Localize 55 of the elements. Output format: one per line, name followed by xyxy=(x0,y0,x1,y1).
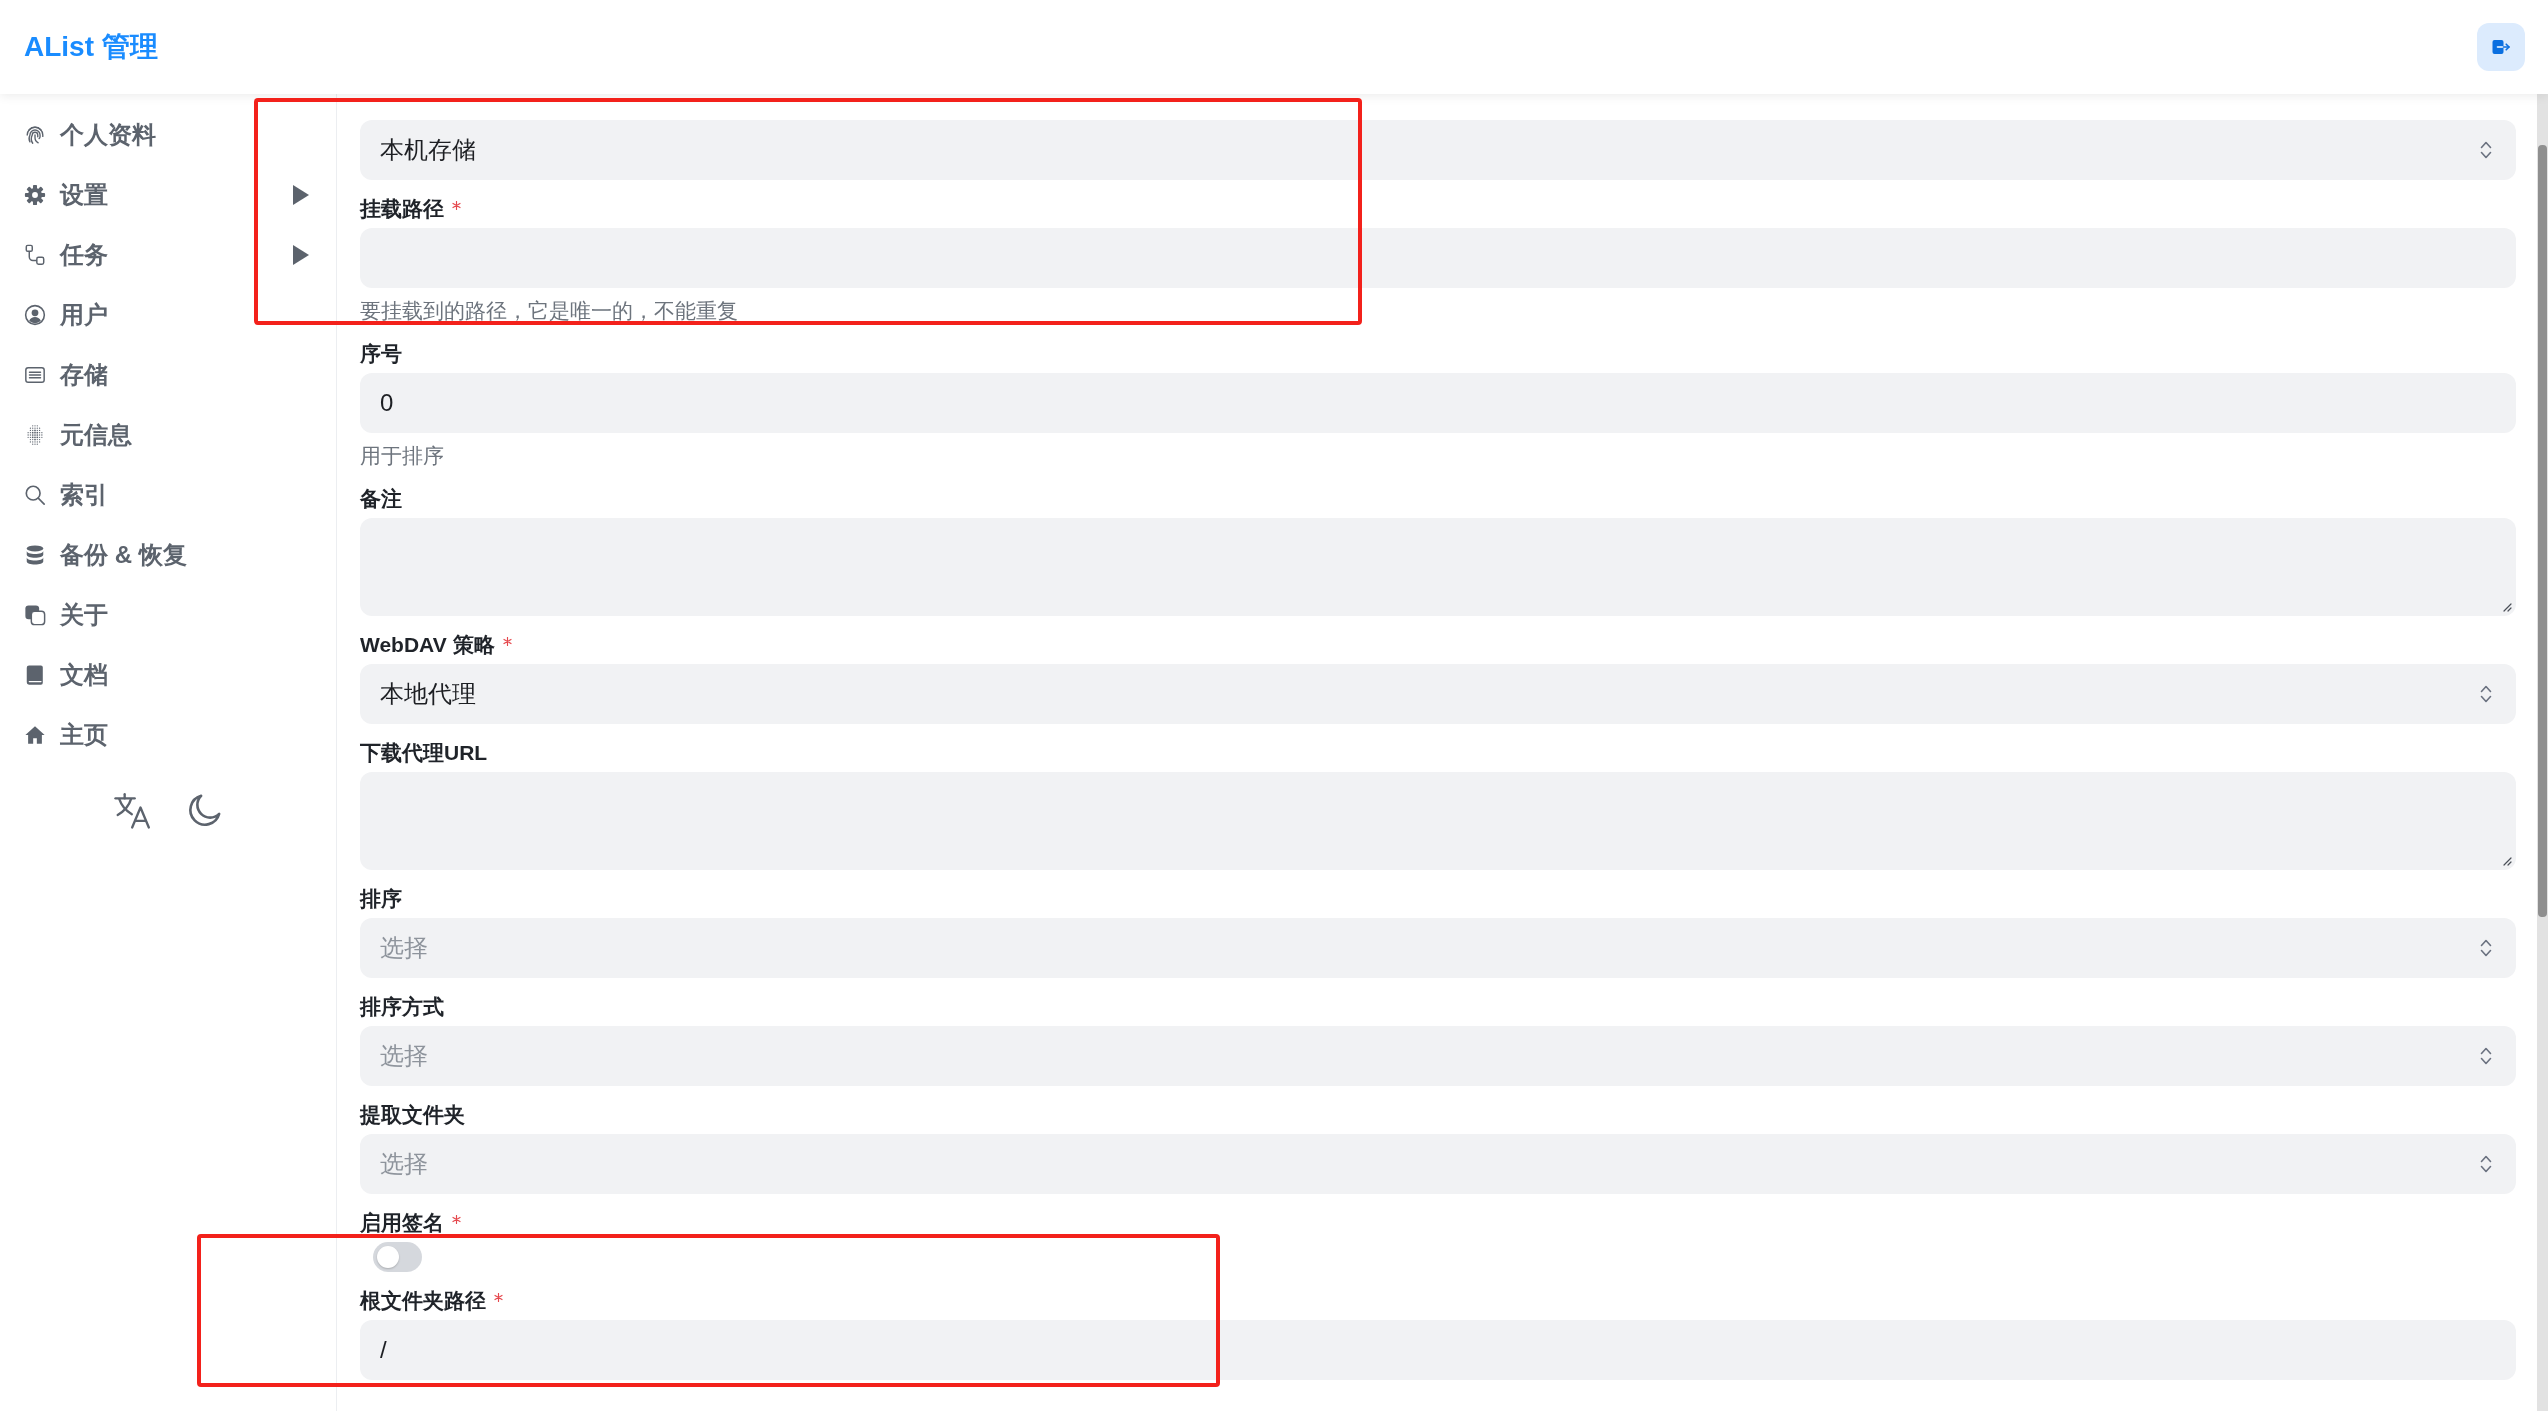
database-icon xyxy=(24,544,46,566)
search-icon xyxy=(24,484,46,506)
field-label: 排序方式 xyxy=(360,995,444,1017)
updown-chevron-icon xyxy=(2479,139,2493,161)
sidebar-item[interactable]: 用户 xyxy=(0,285,336,345)
translate-icon[interactable] xyxy=(113,790,153,830)
sidebar-item[interactable]: 主页 xyxy=(0,705,336,765)
sidebar-item[interactable]: 设置 xyxy=(0,165,336,225)
field-label: WebDAV 策略 xyxy=(360,633,495,655)
field-label: 下载代理URL xyxy=(360,741,488,763)
scrollbar-thumb[interactable] xyxy=(2538,145,2547,917)
field-hint: 要挂载到的路径，它是唯一的，不能重复 xyxy=(360,299,739,323)
logout-icon xyxy=(2491,37,2511,57)
app-title: AList 管理 xyxy=(24,30,158,64)
sidebar-item[interactable]: 索引 xyxy=(0,465,336,525)
expand-arrow-icon[interactable] xyxy=(293,185,309,205)
field-label: 根文件夹路径 xyxy=(360,1289,486,1311)
select-field[interactable]: 本地代理 xyxy=(360,664,2516,724)
flow-icon xyxy=(24,244,46,266)
field-label: 提取文件夹 xyxy=(360,1103,465,1125)
sidebar-item[interactable]: 任务 xyxy=(0,225,336,285)
field-label: 挂载路径 xyxy=(360,197,444,219)
resize-handle-icon[interactable] xyxy=(2502,856,2512,866)
storage-icon xyxy=(24,364,46,386)
updown-chevron-icon xyxy=(2479,1045,2493,1067)
sidebar-item[interactable]: 元信息 xyxy=(0,405,336,465)
logout-button[interactable] xyxy=(2477,23,2525,71)
field-label: 启用签名 xyxy=(360,1211,444,1233)
textarea-field[interactable] xyxy=(360,772,2516,870)
sidebar-item[interactable]: 文档 xyxy=(0,645,336,705)
sidebar-item[interactable]: 存储 xyxy=(0,345,336,405)
book-icon xyxy=(24,664,46,686)
squares-icon xyxy=(24,604,46,626)
input-field[interactable]: / xyxy=(360,1320,2516,1380)
select-field[interactable]: 本机存储 xyxy=(360,120,2516,180)
sidebar-item[interactable]: 备份 & 恢复 xyxy=(0,525,336,585)
user-icon xyxy=(24,304,46,326)
sidebar-item[interactable]: 关于 xyxy=(0,585,336,645)
expand-arrow-icon[interactable] xyxy=(293,245,309,265)
field-label: 序号 xyxy=(360,342,402,364)
resize-handle-icon[interactable] xyxy=(2502,602,2512,612)
input-field[interactable]: 0 xyxy=(360,373,2516,433)
updown-chevron-icon xyxy=(2479,683,2493,705)
updown-chevron-icon xyxy=(2479,937,2493,959)
field-hint: 用于排序 xyxy=(360,444,445,468)
field-label: 备注 xyxy=(360,487,402,509)
field-label: 排序 xyxy=(360,887,402,909)
sidebar-item[interactable]: 个人资料 xyxy=(0,105,336,165)
textarea-field[interactable] xyxy=(360,518,2516,616)
gear-icon xyxy=(24,184,46,206)
fingerprint-icon xyxy=(24,124,46,146)
updown-chevron-icon xyxy=(2479,1153,2493,1175)
home-icon xyxy=(24,724,46,746)
input-field[interactable] xyxy=(360,228,2516,288)
toggle-switch[interactable] xyxy=(373,1242,422,1272)
